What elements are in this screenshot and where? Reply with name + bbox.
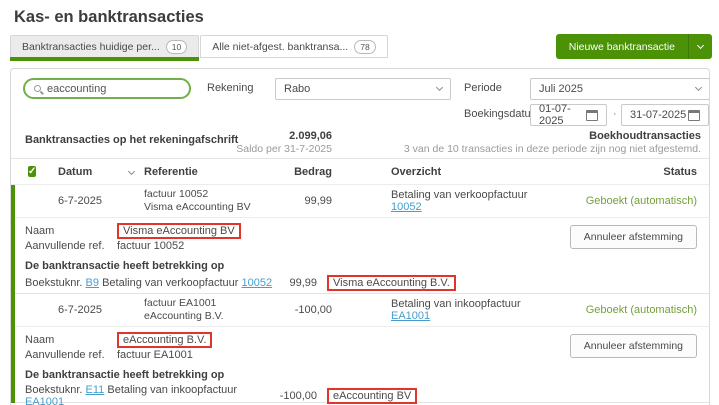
date-to-value: 31-07-2025: [630, 109, 686, 121]
voucher-text: Boekstuknr. B9 Betaling van verkoopfactu…: [25, 277, 273, 289]
date-from-input[interactable]: 01-07-2025: [530, 104, 607, 126]
voucher-amount: 99,99: [273, 277, 317, 289]
extra-ref-label: Aanvullende ref.: [25, 240, 117, 252]
invoice-link[interactable]: EA1001: [25, 396, 64, 405]
tab-all-unreconciled-transactions[interactable]: Alle niet-afgest. banktransa... 78: [200, 35, 387, 58]
select-all-checkbox[interactable]: ✓: [28, 166, 36, 177]
period-select[interactable]: Juli 2025: [530, 78, 710, 100]
voucher-name-highlighted: Visma eAccounting B.V.: [327, 275, 456, 291]
summary-strip: Banktransacties op het rekeningafschrift…: [11, 127, 709, 159]
new-bank-transaction-button[interactable]: Nieuwe banktransactie: [556, 34, 712, 59]
voucher-name-highlighted: eAccounting BV: [327, 388, 417, 404]
bookkeeping-title: Boekhoudtransacties: [404, 130, 701, 143]
page-title: Kas- en banktransacties: [0, 0, 719, 27]
search-icon: [34, 85, 41, 92]
bookkeeping-block: Boekhoudtransacties 3 van de 10 transact…: [404, 130, 701, 156]
invoice-link[interactable]: EA1001: [391, 310, 430, 322]
balance-block: 2.099,06 Saldo per 31-7-2025: [11, 130, 332, 156]
transaction-list: 6-7-2025 factuur 10052 Visma eAccounting…: [11, 185, 709, 403]
cell-overview: Betaling van inkoopfactuur EA1001: [391, 298, 559, 322]
extra-ref-value: factuur 10052: [117, 240, 184, 252]
transaction-block: 6-7-2025 factuur 10052 Visma eAccounting…: [15, 185, 709, 294]
name-label: Naam: [25, 334, 117, 346]
relates-title: De banktransactie heeft betrekking op: [25, 260, 697, 272]
column-header-status[interactable]: Status: [559, 166, 709, 178]
tab-label: Alle niet-afgest. banktransa...: [212, 41, 348, 53]
cancel-reconciliation-button[interactable]: Annuleer afstemming: [570, 334, 697, 358]
invoice-link[interactable]: 10052: [242, 277, 273, 289]
transactions-panel: eaccounting Rekening Rabo Periode Juli 2…: [10, 68, 710, 405]
transaction-block: 6-7-2025 factuur EA1001 eAccounting B.V.…: [15, 294, 709, 403]
voucher-amount: -100,00: [273, 390, 317, 402]
name-value-highlighted: eAccounting B.V.: [117, 332, 212, 348]
search-input[interactable]: eaccounting: [23, 78, 191, 99]
cancel-reconciliation-button[interactable]: Annuleer afstemming: [570, 225, 697, 249]
voucher-number-link[interactable]: E11: [86, 384, 105, 396]
date-from-value: 01-07-2025: [539, 103, 586, 127]
cell-amount: -100,00: [252, 304, 332, 316]
filter-bar: eaccounting Rekening Rabo Periode Juli 2…: [11, 69, 709, 127]
account-select[interactable]: Rabo: [275, 78, 451, 100]
sort-chevron-icon[interactable]: [128, 167, 135, 174]
voucher-text: Boekstuknr. E11 Betaling van inkoopfactu…: [25, 384, 273, 405]
relates-title: De banktransactie heeft betrekking op: [25, 369, 697, 381]
tab-count-badge: 78: [354, 40, 375, 54]
cell-amount: 99,99: [252, 195, 332, 207]
name-value-highlighted: Visma eAccounting BV: [117, 223, 241, 239]
chevron-down-icon: [695, 84, 702, 91]
calendar-icon[interactable]: [688, 110, 700, 121]
booking-date-label: Boekingsdatum: [464, 108, 540, 120]
cell-date: 6-7-2025: [58, 195, 144, 207]
chevron-down-icon: [697, 41, 704, 48]
transaction-detail: Naam eAccounting B.V. Aanvullende ref. f…: [15, 327, 709, 360]
tab-bar: Banktransacties huidige per... 10 Alle n…: [10, 35, 388, 58]
relates-section: De banktransactie heeft betrekking op Bo…: [15, 251, 709, 293]
search-value: eaccounting: [47, 83, 106, 95]
name-label: Naam: [25, 225, 117, 237]
account-label: Rekening: [207, 82, 253, 94]
extra-ref-label: Aanvullende ref.: [25, 349, 117, 361]
balance-amount: 2.099,06: [11, 130, 332, 143]
table-row[interactable]: 6-7-2025 factuur 10052 Visma eAccounting…: [15, 185, 709, 218]
column-header-date[interactable]: Datum: [58, 166, 144, 178]
period-label: Periode: [464, 82, 502, 94]
balance-caption: Saldo per 31-7-2025: [11, 143, 332, 156]
new-bank-transaction-dropdown[interactable]: [688, 34, 712, 59]
tab-label: Banktransacties huidige per...: [22, 41, 160, 53]
table-header: ✓ Datum Referentie Bedrag Overzicht Stat…: [11, 159, 709, 185]
status-badge: Geboekt (automatisch): [559, 304, 709, 316]
period-selected-value: Juli 2025: [539, 83, 583, 95]
date-to-input[interactable]: 31-07-2025: [621, 104, 709, 126]
column-header-reference[interactable]: Referentie: [144, 166, 252, 178]
account-selected-value: Rabo: [284, 83, 310, 95]
status-badge: Geboekt (automatisch): [559, 195, 709, 207]
cell-reference: factuur EA1001 eAccounting B.V.: [144, 297, 252, 323]
tab-bank-transactions-current-period[interactable]: Banktransacties huidige per... 10: [10, 35, 199, 58]
extra-ref-value: factuur EA1001: [117, 349, 193, 361]
cell-overview: Betaling van verkoopfactuur 10052: [391, 189, 559, 213]
bank-transactions-page: Kas- en banktransacties Banktransacties …: [0, 0, 719, 405]
table-row[interactable]: 6-7-2025 factuur EA1001 eAccounting B.V.…: [15, 294, 709, 327]
chevron-down-icon: [436, 84, 443, 91]
tab-count-badge: 10: [166, 40, 187, 54]
column-header-amount[interactable]: Bedrag: [252, 166, 332, 178]
cell-reference: factuur 10052 Visma eAccounting BV: [144, 188, 252, 214]
bookkeeping-caption: 3 van de 10 transacties in deze periode …: [404, 143, 701, 156]
invoice-link[interactable]: 10052: [391, 201, 422, 213]
new-bank-transaction-label: Nieuwe banktransactie: [556, 34, 688, 59]
date-range-separator: ·: [613, 108, 617, 120]
calendar-icon[interactable]: [586, 110, 598, 121]
cell-date: 6-7-2025: [58, 304, 144, 316]
transaction-detail: Naam Visma eAccounting BV Aanvullende re…: [15, 218, 709, 251]
voucher-number-link[interactable]: B9: [86, 277, 99, 289]
relates-section: De banktransactie heeft betrekking op Bo…: [15, 360, 709, 402]
column-header-overview[interactable]: Overzicht: [391, 166, 559, 178]
